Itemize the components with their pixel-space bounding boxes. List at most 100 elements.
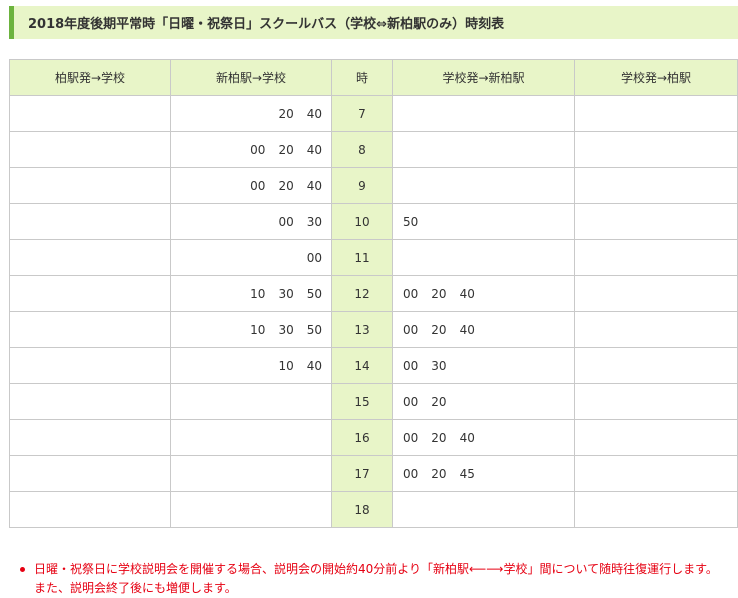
shinkashiwa-to-school-cell: 00 30 — [170, 203, 332, 240]
table-row: 18 — [9, 491, 738, 528]
table-row: 17 00 20 45 — [9, 455, 738, 492]
table-row: 00 20 40 8 — [9, 131, 738, 168]
hour-cell: 16 — [331, 419, 393, 456]
column-header-shinkashiwa-to-school: 新柏駅→学校 — [170, 59, 332, 96]
kashiwa-to-school-cell — [9, 347, 171, 384]
kashiwa-to-school-cell — [9, 131, 171, 168]
school-to-kashiwa-cell — [574, 455, 738, 492]
school-to-kashiwa-cell — [574, 419, 738, 456]
hour-cell: 15 — [331, 383, 393, 420]
shinkashiwa-to-school-cell: 00 20 40 — [170, 131, 332, 168]
table-row: 10 30 50 12 00 20 40 — [9, 275, 738, 312]
departure-minute: 30 — [278, 286, 294, 301]
departure-minute: 00 — [403, 358, 419, 373]
table-row: 20 40 7 — [9, 95, 738, 132]
departure-minute: 00 — [403, 394, 419, 409]
departure-minute: 40 — [306, 358, 322, 373]
departure-minute: 40 — [306, 142, 322, 157]
departure-minute: 50 — [306, 322, 322, 337]
school-to-shinkashiwa-cell: 00 20 45 — [392, 455, 575, 492]
shinkashiwa-to-school-cell: 10 40 — [170, 347, 332, 384]
school-to-kashiwa-cell — [574, 383, 738, 420]
table-row: 10 30 50 13 00 20 40 — [9, 311, 738, 348]
hour-cell: 17 — [331, 455, 393, 492]
departure-minute: 50 — [403, 214, 419, 229]
shinkashiwa-to-school-cell: 20 40 — [170, 95, 332, 132]
table-row: 00 11 — [9, 239, 738, 276]
hour-cell: 7 — [331, 95, 393, 132]
shinkashiwa-to-school-cell: 00 — [170, 239, 332, 276]
kashiwa-to-school-cell — [9, 455, 171, 492]
school-to-kashiwa-cell — [574, 95, 738, 132]
shinkashiwa-to-school-cell: 10 30 50 — [170, 275, 332, 312]
hour-cell: 13 — [331, 311, 393, 348]
kashiwa-to-school-cell — [9, 95, 171, 132]
hour-cell: 9 — [331, 167, 393, 204]
shinkashiwa-to-school-cell — [170, 419, 332, 456]
departure-minute: 20 — [278, 178, 294, 193]
departure-minute: 40 — [306, 106, 322, 121]
departure-minute: 00 — [250, 142, 266, 157]
table-row: 00 30 10 50 — [9, 203, 738, 240]
departure-minute: 20 — [431, 430, 447, 445]
school-to-kashiwa-cell — [574, 347, 738, 384]
column-header-school-to-kashiwa: 学校発→柏駅 — [574, 59, 738, 96]
school-to-shinkashiwa-cell: 00 30 — [392, 347, 575, 384]
hour-cell: 18 — [331, 491, 393, 528]
departure-minute: 40 — [459, 322, 475, 337]
departure-minute: 20 — [431, 466, 447, 481]
school-to-shinkashiwa-cell: 50 — [392, 203, 575, 240]
kashiwa-to-school-cell — [9, 311, 171, 348]
school-to-kashiwa-cell — [574, 491, 738, 528]
bus-timetable: 柏駅発→学校 新柏駅→学校 時 学校発→新柏駅 学校発→柏駅 20 40 7 00 20… — [9, 59, 738, 528]
hour-cell: 12 — [331, 275, 393, 312]
table-row: 15 00 20 — [9, 383, 738, 420]
school-to-shinkashiwa-cell: 00 20 — [392, 383, 575, 420]
kashiwa-to-school-cell — [9, 491, 171, 528]
table-header-row: 柏駅発→学校 新柏駅→学校 時 学校発→新柏駅 学校発→柏駅 — [9, 59, 738, 96]
school-to-kashiwa-cell — [574, 203, 738, 240]
kashiwa-to-school-cell — [9, 275, 171, 312]
shinkashiwa-to-school-cell — [170, 491, 332, 528]
school-to-shinkashiwa-cell — [392, 95, 575, 132]
hour-cell: 14 — [331, 347, 393, 384]
shinkashiwa-to-school-cell — [170, 455, 332, 492]
departure-minute: 30 — [306, 214, 322, 229]
school-to-shinkashiwa-cell — [392, 167, 575, 204]
departure-minute: 00 — [250, 178, 266, 193]
bullet-icon — [20, 567, 25, 572]
school-to-shinkashiwa-cell: 00 20 40 — [392, 275, 575, 312]
departure-minute: 10 — [278, 358, 294, 373]
note-item: 日曜・祝祭日に学校説明会を開催する場合、説明会の開始約40分前より「新柏駅⟵⟶学… — [20, 560, 720, 598]
departure-minute: 50 — [306, 286, 322, 301]
departure-minute: 20 — [431, 286, 447, 301]
departure-minute: 00 — [403, 430, 419, 445]
table-row: 16 00 20 40 — [9, 419, 738, 456]
shinkashiwa-to-school-cell: 00 20 40 — [170, 167, 332, 204]
departure-minute: 00 — [403, 286, 419, 301]
column-header-kashiwa-to-school: 柏駅発→学校 — [9, 59, 171, 96]
departure-minute: 00 — [306, 250, 322, 265]
departure-minute: 40 — [459, 286, 475, 301]
school-to-shinkashiwa-cell — [392, 239, 575, 276]
kashiwa-to-school-cell — [9, 419, 171, 456]
hour-cell: 11 — [331, 239, 393, 276]
departure-minute: 40 — [306, 178, 322, 193]
departure-minute: 10 — [250, 286, 266, 301]
column-header-hour: 時 — [331, 59, 393, 96]
timetable-body: 20 40 7 00 20 40 8 00 20 40 9 00 30 10 50 00 11 10 30 50 12 0… — [9, 95, 738, 528]
school-to-kashiwa-cell — [574, 239, 738, 276]
page-title: 2018年度後期平常時「日曜・祝祭日」スクールバス（学校⇔新柏駅のみ）時刻表 — [28, 17, 505, 32]
departure-minute: 10 — [250, 322, 266, 337]
departure-minute: 20 — [278, 106, 294, 121]
school-to-kashiwa-cell — [574, 311, 738, 348]
departure-minute: 00 — [403, 466, 419, 481]
table-row: 00 20 40 9 — [9, 167, 738, 204]
kashiwa-to-school-cell — [9, 239, 171, 276]
departure-minute: 30 — [431, 358, 447, 373]
school-to-shinkashiwa-cell: 00 20 40 — [392, 311, 575, 348]
shinkashiwa-to-school-cell: 10 30 50 — [170, 311, 332, 348]
departure-minute: 00 — [278, 214, 294, 229]
hour-cell: 8 — [331, 131, 393, 168]
departure-minute: 40 — [459, 430, 475, 445]
